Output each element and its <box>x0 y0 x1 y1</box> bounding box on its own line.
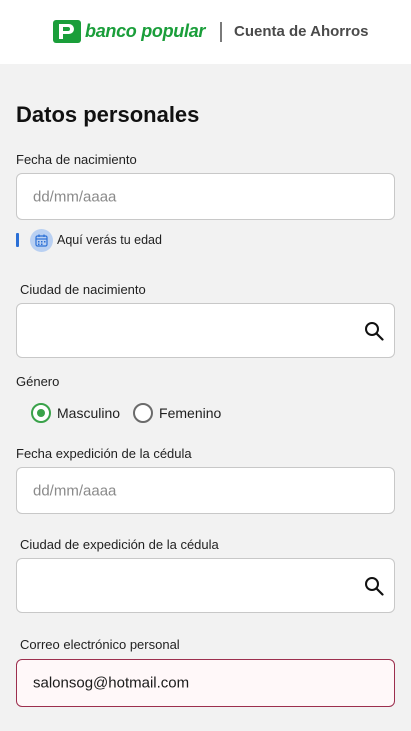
id-issue-city-field[interactable] <box>16 558 395 613</box>
gender-option-masculino[interactable]: Masculino <box>31 403 120 423</box>
id-issue-date-field[interactable]: dd/mm/aaaa <box>16 467 395 514</box>
calendar-icon <box>30 228 53 252</box>
gender-radio-group: Masculino Femenino <box>31 403 221 423</box>
email-label: Correo electrónico personal <box>20 637 180 652</box>
hint-accent-bar <box>16 233 19 247</box>
search-icon[interactable] <box>364 321 384 341</box>
age-hint-text: Aquí verás tu edad <box>57 233 162 247</box>
radio-checked-icon[interactable] <box>31 403 51 423</box>
email-value: salonsog@hotmail.com <box>33 674 190 692</box>
gender-label: Género <box>16 374 60 389</box>
search-icon[interactable] <box>364 576 384 596</box>
id-issue-date-placeholder: dd/mm/aaaa <box>33 482 117 499</box>
gender-option-label: Femenino <box>159 405 222 421</box>
gender-option-femenino[interactable]: Femenino <box>133 403 221 423</box>
header-divider <box>220 22 222 42</box>
app-header: banco popular Cuenta de Ahorros <box>0 0 411 64</box>
gender-option-label: Masculino <box>57 405 121 421</box>
birth-date-placeholder: dd/mm/aaaa <box>33 188 117 205</box>
id-issue-date-label: Fecha expedición de la cédula <box>16 446 192 461</box>
birth-date-field[interactable]: dd/mm/aaaa <box>16 173 395 220</box>
id-issue-city-label: Ciudad de expedición de la cédula <box>20 537 219 552</box>
birth-city-label: Ciudad de nacimiento <box>20 282 146 297</box>
radio-unchecked-icon[interactable] <box>133 403 154 423</box>
brand-name: banco popular <box>85 21 206 41</box>
brand-logo: banco popular <box>52 19 205 44</box>
product-title: Cuenta de Ahorros <box>234 23 369 40</box>
email-field[interactable]: salonsog@hotmail.com <box>16 659 395 707</box>
brand-logo-icon <box>53 20 81 43</box>
birth-city-field[interactable] <box>16 303 395 358</box>
age-hint: Aquí verás tu edad <box>16 228 162 252</box>
section-title: Datos personales <box>16 102 200 127</box>
birth-date-label: Fecha de nacimiento <box>16 152 137 167</box>
